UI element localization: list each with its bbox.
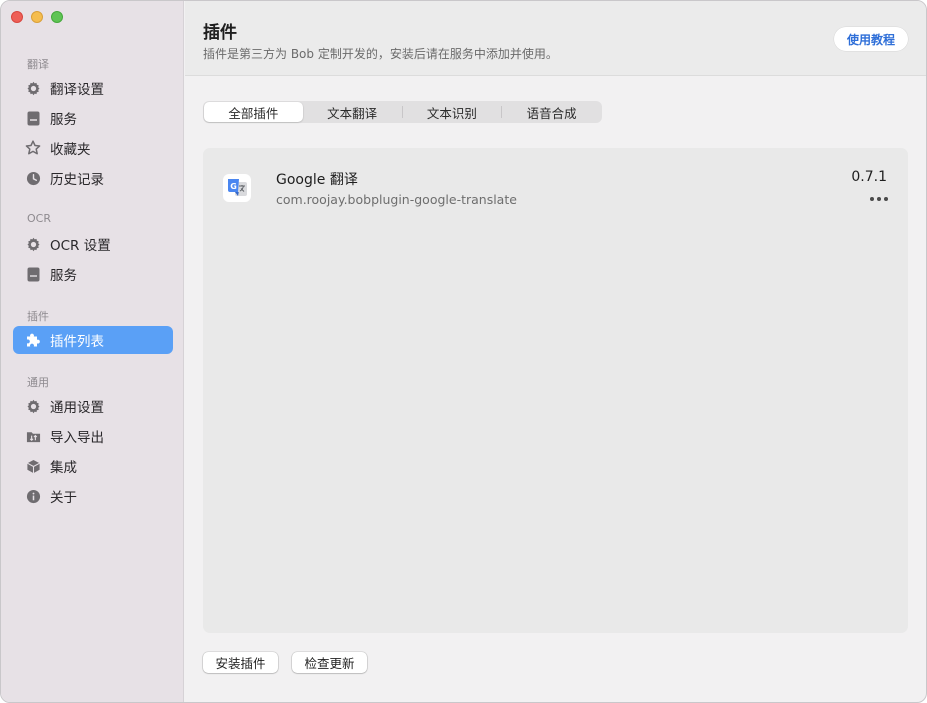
page-subtitle: 插件是第三方为 Bob 定制开发的，安装后请在服务中添加并使用。 (203, 47, 558, 61)
tab-text-recognition[interactable]: 文本识别 (403, 102, 502, 122)
sidebar-item-label: 集成 (50, 460, 77, 476)
maximize-window-button[interactable] (51, 11, 63, 23)
plugin-row[interactable]: G Google 翻译 com.roojay.bobplugin-google-… (203, 148, 908, 228)
page-header: 插件 插件是第三方为 Bob 定制开发的，安装后请在服务中添加并使用。 使用教程 (185, 1, 926, 76)
plugin-list-panel: G Google 翻译 com.roojay.bobplugin-google-… (203, 148, 908, 633)
bookmark-icon (25, 266, 41, 282)
import-export-icon (25, 428, 41, 444)
gear-icon (25, 80, 41, 96)
sidebar-item-general-settings[interactable]: 通用设置 (13, 392, 173, 420)
more-options-icon[interactable] (870, 197, 888, 201)
sidebar-section-plugins: 插件 (27, 310, 49, 323)
plugin-name: Google 翻译 (276, 172, 358, 188)
info-icon (25, 488, 41, 504)
window-controls (11, 11, 63, 23)
sidebar-item-import-export[interactable]: 导入导出 (13, 422, 173, 450)
tab-speech-synthesis[interactable]: 语音合成 (502, 102, 601, 122)
bookmark-icon (25, 110, 41, 126)
svg-text:G: G (230, 182, 237, 191)
minimize-window-button[interactable] (31, 11, 43, 23)
sidebar-section-translate: 翻译 (27, 58, 49, 71)
google-translate-icon: G (223, 174, 251, 202)
sidebar-item-label: 关于 (50, 490, 77, 506)
tab-all-plugins[interactable]: 全部插件 (204, 102, 303, 122)
sidebar-item-translate-settings[interactable]: 翻译设置 (13, 74, 173, 102)
sidebar-item-favorites[interactable]: 收藏夹 (13, 134, 173, 162)
check-updates-button[interactable]: 检查更新 (292, 652, 367, 673)
sidebar-item-label: 服务 (50, 112, 77, 128)
sidebar-item-history[interactable]: 历史记录 (13, 164, 173, 192)
plugin-filter-tabs: 全部插件 文本翻译 文本识别 语音合成 (203, 101, 602, 123)
close-window-button[interactable] (11, 11, 23, 23)
sidebar-item-label: OCR 设置 (50, 238, 111, 254)
sidebar-item-ocr-services[interactable]: 服务 (13, 260, 173, 288)
sidebar-item-label: 服务 (50, 268, 77, 284)
sidebar-item-about[interactable]: 关于 (13, 482, 173, 510)
tutorial-button[interactable]: 使用教程 (833, 27, 908, 51)
cube-icon (25, 458, 41, 474)
sidebar-section-ocr: OCR (27, 212, 51, 225)
page-title: 插件 (203, 23, 237, 43)
app-window: 翻译 翻译设置 服务 收藏夹 历史记录 OCR OCR 设置 服务 插件 插件列… (0, 0, 927, 703)
star-icon (25, 140, 41, 156)
sidebar-item-label: 翻译设置 (50, 82, 104, 98)
sidebar-item-label: 通用设置 (50, 400, 104, 416)
sidebar-item-plugin-list[interactable]: 插件列表 (13, 326, 173, 354)
sidebar-item-translate-services[interactable]: 服务 (13, 104, 173, 132)
sidebar-section-general: 通用 (27, 376, 49, 389)
sidebar-item-integration[interactable]: 集成 (13, 452, 173, 480)
sidebar-item-label: 收藏夹 (50, 142, 91, 158)
gear-icon (25, 236, 41, 252)
sidebar-item-ocr-settings[interactable]: OCR 设置 (13, 230, 173, 258)
plugin-version: 0.7.1 (851, 169, 887, 185)
puzzle-icon (25, 332, 41, 348)
sidebar-item-label: 历史记录 (50, 172, 104, 188)
sidebar-item-label: 导入导出 (50, 430, 104, 446)
sidebar: 翻译 翻译设置 服务 收藏夹 历史记录 OCR OCR 设置 服务 插件 插件列… (1, 1, 184, 702)
clock-icon (25, 170, 41, 186)
sidebar-item-label: 插件列表 (50, 334, 104, 350)
plugin-identifier: com.roojay.bobplugin-google-translate (276, 192, 517, 207)
install-plugin-button[interactable]: 安装插件 (203, 652, 278, 673)
gear-icon (25, 398, 41, 414)
tab-text-translation[interactable]: 文本翻译 (303, 102, 402, 122)
